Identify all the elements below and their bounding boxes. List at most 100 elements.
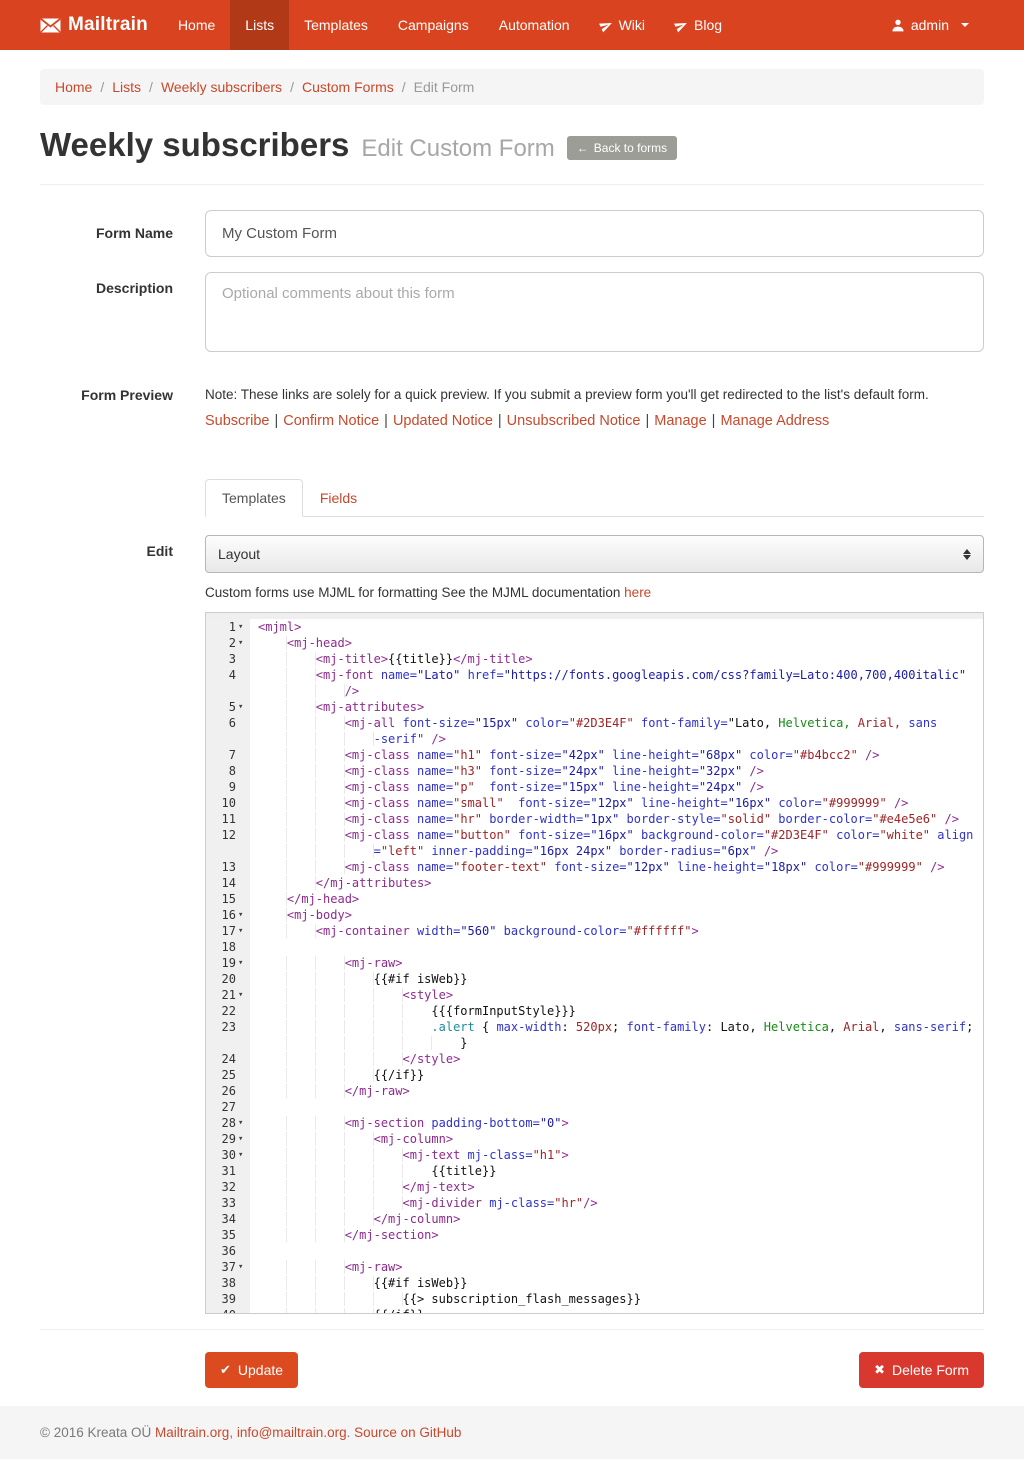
code-line[interactable]: 40 {{/if}} bbox=[206, 1307, 983, 1314]
update-button[interactable]: ✔ Update bbox=[205, 1352, 298, 1388]
breadcrumb-link-custom-forms[interactable]: Custom Forms bbox=[302, 79, 394, 95]
fold-arrow-icon[interactable]: ▾ bbox=[236, 699, 250, 715]
delete-form-label: Delete Form bbox=[892, 1362, 969, 1378]
nav-menu: Home Lists Templates Campaigns AutomationWik… bbox=[163, 0, 737, 50]
fold-arrow-icon[interactable]: ▾ bbox=[236, 1131, 250, 1147]
code-line[interactable]: 13 <mj-class name="footer-text" font-siz… bbox=[206, 859, 983, 875]
code-line[interactable]: 16▾ <mj-body> bbox=[206, 907, 983, 923]
fold-arrow-icon[interactable]: ▾ bbox=[236, 635, 250, 651]
code-line[interactable]: 17▾ <mj-container width="560" background… bbox=[206, 923, 983, 939]
code-line[interactable]: 4 <mj-font name="Lato" href="https://fon… bbox=[206, 667, 983, 699]
fold-arrow-icon[interactable]: ▾ bbox=[236, 1147, 250, 1163]
code-line[interactable]: 35 </mj-section> bbox=[206, 1227, 983, 1243]
fold-arrow-icon[interactable]: ▾ bbox=[236, 987, 250, 1003]
code-line[interactable]: 23 .alert { max-width: 520px; font-famil… bbox=[206, 1019, 983, 1051]
code-line[interactable]: 30▾ <mj-text mj-class="h1"> bbox=[206, 1147, 983, 1163]
fold-arrow-icon[interactable]: ▾ bbox=[236, 923, 250, 939]
code-line[interactable]: 26 </mj-raw> bbox=[206, 1083, 983, 1099]
code-line[interactable]: 12 <mj-class name="button" font-size="16… bbox=[206, 827, 983, 859]
code-line[interactable]: 33 <mj-divider mj-class="hr"/> bbox=[206, 1195, 983, 1211]
code-line[interactable]: 15 </mj-head> bbox=[206, 891, 983, 907]
fold-arrow-icon[interactable]: ▾ bbox=[236, 1259, 250, 1275]
code-line[interactable]: 22 {{{formInputStyle}}} bbox=[206, 1003, 983, 1019]
code-line[interactable]: 32 </mj-text> bbox=[206, 1179, 983, 1195]
description-textarea[interactable] bbox=[205, 272, 984, 352]
footer-divider bbox=[40, 1329, 984, 1330]
code-line[interactable]: 21▾ <style> bbox=[206, 987, 983, 1003]
mailtrain-org-link[interactable]: Mailtrain.org bbox=[155, 1425, 229, 1440]
preview-link-updated-notice[interactable]: Updated Notice bbox=[393, 413, 493, 429]
form-name-input[interactable] bbox=[205, 210, 984, 257]
code-line[interactable]: 28▾ <mj-section padding-bottom="0"> bbox=[206, 1115, 983, 1131]
form-tabs: TemplatesFields bbox=[205, 479, 984, 517]
code-line[interactable]: 9 <mj-class name="p" font-size="15px" li… bbox=[206, 779, 983, 795]
footer-sep: , bbox=[229, 1425, 237, 1440]
breadcrumb-link-home[interactable]: Home bbox=[55, 79, 92, 95]
nav-item-blog[interactable]: Blog bbox=[660, 0, 737, 50]
nav-item-lists[interactable]: Lists bbox=[230, 0, 289, 50]
code-line[interactable]: 2▾ <mj-head> bbox=[206, 635, 983, 651]
code-line[interactable]: 25 {{/if}} bbox=[206, 1067, 983, 1083]
code-line[interactable]: 24 </style> bbox=[206, 1051, 983, 1067]
nav-item-templates[interactable]: Templates bbox=[289, 0, 383, 50]
back-to-forms-button[interactable]: ← Back to forms bbox=[567, 136, 677, 160]
nav-item-campaigns[interactable]: Campaigns bbox=[383, 0, 484, 50]
fold-arrow-icon[interactable]: ▾ bbox=[236, 619, 250, 635]
code-line[interactable]: 38 {{#if isWeb}} bbox=[206, 1275, 983, 1291]
code-line[interactable]: 1▾<mjml> bbox=[206, 619, 983, 635]
nav-item-automation[interactable]: Automation bbox=[484, 0, 585, 50]
code-line[interactable]: 18 bbox=[206, 939, 983, 955]
user-menu[interactable]: admin bbox=[876, 17, 984, 33]
gutter-line-number: 36 bbox=[206, 1243, 250, 1259]
nav-item-label: Templates bbox=[304, 17, 368, 33]
code-line[interactable]: 29▾ <mj-column> bbox=[206, 1131, 983, 1147]
delete-form-button[interactable]: ✖ Delete Form bbox=[859, 1352, 984, 1388]
preview-link-manage[interactable]: Manage bbox=[654, 413, 706, 429]
tab-fields[interactable]: Fields bbox=[303, 479, 374, 517]
code-line[interactable]: 8 <mj-class name="h3" font-size="24px" l… bbox=[206, 763, 983, 779]
code-line[interactable]: 37▾ <mj-raw> bbox=[206, 1259, 983, 1275]
code-line[interactable]: 36 bbox=[206, 1243, 983, 1259]
description-label: Description bbox=[40, 272, 173, 357]
tab-templates[interactable]: Templates bbox=[205, 479, 303, 517]
code-line[interactable]: 3 <mj-title>{{title}}</mj-title> bbox=[206, 651, 983, 667]
breadcrumb-link-weekly-subscribers[interactable]: Weekly subscribers bbox=[161, 79, 282, 95]
code-line[interactable]: 19▾ <mj-raw> bbox=[206, 955, 983, 971]
code-line[interactable]: 10 <mj-class name="small" font-size="12p… bbox=[206, 795, 983, 811]
brand-mailtrain[interactable]: Mailtrain bbox=[25, 0, 163, 50]
nav-item-label: Lists bbox=[245, 17, 274, 33]
email-link[interactable]: info@mailtrain.org bbox=[237, 1425, 347, 1440]
nav-item-home[interactable]: Home bbox=[163, 0, 230, 50]
back-to-forms-label: Back to forms bbox=[594, 141, 667, 155]
preview-link-separator: | bbox=[493, 413, 507, 429]
code-line[interactable]: 7 <mj-class name="h1" font-size="42px" l… bbox=[206, 747, 983, 763]
code-line[interactable]: 34 </mj-column> bbox=[206, 1211, 983, 1227]
fold-arrow-icon[interactable]: ▾ bbox=[236, 907, 250, 923]
preview-link-unsubscribed-notice[interactable]: Unsubscribed Notice bbox=[507, 413, 641, 429]
nav-item-label: Blog bbox=[694, 17, 722, 33]
fold-arrow-icon[interactable]: ▾ bbox=[236, 955, 250, 971]
mjml-doc-link[interactable]: here bbox=[624, 585, 651, 600]
code-line[interactable]: 31 {{title}} bbox=[206, 1163, 983, 1179]
gutter-line-number: 11 bbox=[206, 811, 250, 827]
code-line[interactable]: 14 </mj-attributes> bbox=[206, 875, 983, 891]
nav-item-label: Campaigns bbox=[398, 17, 469, 33]
preview-link-confirm-notice[interactable]: Confirm Notice bbox=[283, 413, 379, 429]
github-link[interactable]: Source on GitHub bbox=[354, 1425, 461, 1440]
edit-template-select[interactable]: Layout bbox=[205, 535, 984, 573]
preview-link-subscribe[interactable]: Subscribe bbox=[205, 413, 269, 429]
mjml-code-editor[interactable]: 1▾<mjml>2▾ <mj-head>3 <mj-title>{{title}… bbox=[205, 612, 984, 1314]
breadcrumb-link-lists[interactable]: Lists bbox=[112, 79, 141, 95]
code-line[interactable]: 20 {{#if isWeb}} bbox=[206, 971, 983, 987]
code-line[interactable]: 5▾ <mj-attributes> bbox=[206, 699, 983, 715]
fold-arrow-icon[interactable]: ▾ bbox=[236, 1115, 250, 1131]
form-preview-label: Form Preview bbox=[40, 372, 173, 429]
code-line[interactable]: 27 bbox=[206, 1099, 983, 1115]
top-navbar: Mailtrain Home Lists Templates Campaigns Aut… bbox=[0, 0, 1024, 50]
code-line[interactable]: 6 <mj-all font-size="15px" color="#2D3E4… bbox=[206, 715, 983, 747]
code-line[interactable]: 11 <mj-class name="hr" border-width="1px… bbox=[206, 811, 983, 827]
preview-link-manage-address[interactable]: Manage Address bbox=[720, 413, 829, 429]
code-line[interactable]: 39 {{> subscription_flash_messages}} bbox=[206, 1291, 983, 1307]
x-icon: ✖ bbox=[874, 1362, 885, 1378]
nav-item-wiki[interactable]: Wiki bbox=[585, 0, 660, 50]
